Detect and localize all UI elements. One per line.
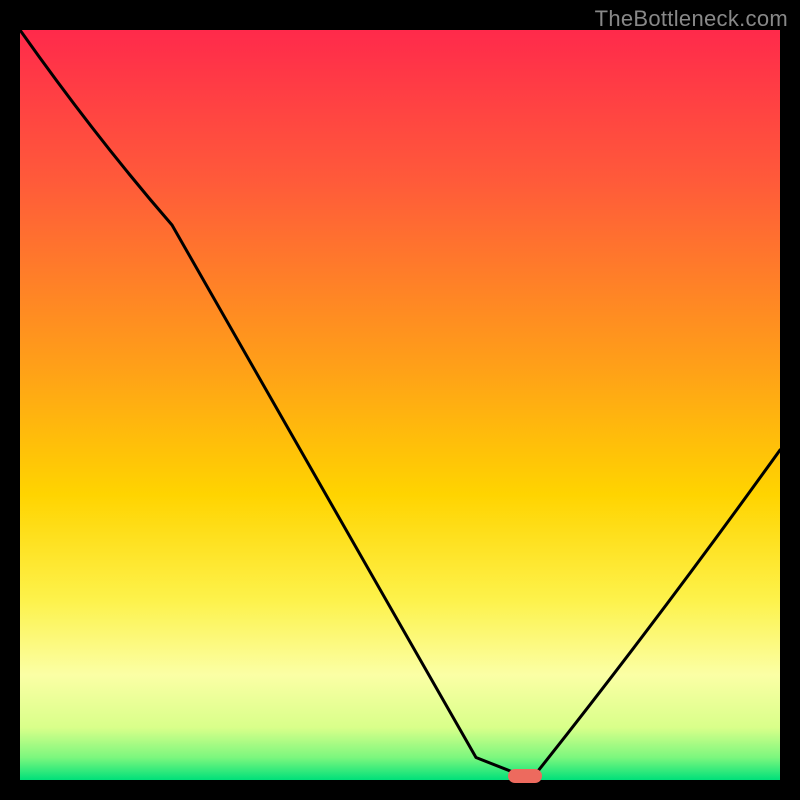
- watermark-label: TheBottleneck.com: [595, 6, 788, 32]
- plot-area: [20, 30, 780, 780]
- chart-svg: [20, 30, 780, 780]
- heatmap-background: [20, 30, 780, 780]
- optimal-marker: [508, 769, 542, 783]
- chart-frame: TheBottleneck.com: [0, 0, 800, 800]
